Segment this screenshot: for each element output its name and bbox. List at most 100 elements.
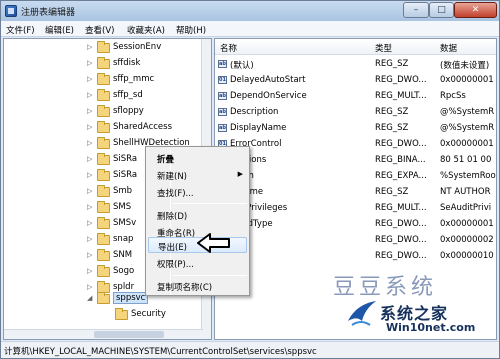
value-name: ePath [230, 171, 375, 181]
context-copy-key-name[interactable]: 复制项名称(C) [148, 278, 247, 294]
window-title: 注册表编辑器 [21, 8, 76, 18]
title-bar[interactable]: 注册表编辑器 – □ ✕ [1, 1, 499, 21]
tree-item-label: Sogo [113, 266, 135, 276]
expand-arrow-icon[interactable]: ▷ [87, 59, 92, 67]
value-type: REG_SZ [375, 187, 409, 197]
list-row[interactable]: abePathREG_EXPA...%SystemRoo [215, 168, 496, 184]
tree-item[interactable]: ▷ SessionEnv [4, 40, 211, 56]
status-bar: 计算机\HKEY_LOCAL_MACHINE\SYSTEM\CurrentCon… [1, 341, 499, 358]
expand-arrow-icon[interactable]: ▷ [87, 219, 92, 227]
list-row[interactable]: 01REG_DWO...0x00000010 [215, 248, 496, 264]
list-row[interactable]: 01eActionsREG_BINA...80 51 01 00 [215, 152, 496, 168]
list-row[interactable]: ab (默认) REG_SZ (数值未设置) [215, 56, 496, 72]
string-value-icon: ab [218, 92, 227, 100]
list-row[interactable]: 01ceSidTypeREG_DWO...0x00000001 [215, 216, 496, 232]
list-row[interactable]: ab Description REG_SZ @%SystemR [215, 104, 496, 120]
expand-arrow-icon[interactable]: ▷ [87, 107, 92, 115]
value-data: 0x00000010 [440, 251, 494, 261]
expand-arrow-icon[interactable]: ▷ [87, 251, 92, 259]
folder-icon [97, 169, 110, 181]
value-type: REG_DWO... [375, 219, 427, 229]
context-item-label: 新建(N) [157, 172, 187, 182]
maximize-button[interactable]: □ [429, 2, 454, 18]
column-header-type[interactable]: 类型 [375, 42, 392, 54]
tree-item[interactable]: ▷ SharedAccess [4, 120, 211, 136]
list-row[interactable]: ab DependOnService REG_MULT... RpcSs [215, 88, 496, 104]
expand-arrow-icon[interactable]: ▷ [87, 75, 92, 83]
tree-item-child[interactable]: Security [4, 307, 211, 323]
context-item-label: 导出(E) [158, 243, 188, 253]
value-type: REG_EXPA... [375, 171, 427, 181]
value-data: 0x00000001 [440, 139, 494, 149]
close-button[interactable]: ✕ [454, 2, 497, 18]
list-row[interactable]: ab DisplayName REG_SZ @%SystemR [215, 120, 496, 136]
value-data: 0x00000001 [440, 75, 494, 85]
string-value-icon: ab [218, 60, 227, 68]
folder-icon [97, 105, 110, 117]
folder-open-icon [97, 292, 110, 304]
expand-arrow-icon[interactable]: ▷ [87, 91, 92, 99]
list-row[interactable]: abiredPrivilegesREG_MULT...SeAuditPrivi [215, 200, 496, 216]
tree-item-label: SiSRa [113, 154, 138, 164]
value-name: eActions [230, 155, 375, 165]
string-value-icon: ab [218, 124, 227, 132]
tree-item[interactable]: ▷ sffdisk [4, 56, 211, 72]
value-name: ctName [230, 187, 375, 197]
context-collapse[interactable]: 折叠 [148, 150, 247, 166]
expand-arrow-icon[interactable]: ▷ [87, 283, 92, 291]
context-delete[interactable]: 删除(D) [148, 207, 247, 223]
menu-separator [173, 203, 247, 204]
menu-file[interactable]: 文件(F) [6, 24, 35, 36]
bird-logo-icon [348, 301, 376, 326]
expand-arrow-icon[interactable]: ▷ [87, 187, 92, 195]
context-permissions[interactable]: 权限(P)... [148, 255, 247, 271]
context-find[interactable]: 查找(F)... [148, 184, 247, 200]
context-new[interactable]: 新建(N) ▶ [148, 167, 247, 183]
expand-arrow-icon[interactable]: ▷ [87, 267, 92, 275]
tree-item[interactable]: ▷ sffp_sd [4, 88, 211, 104]
expand-arrow-icon[interactable]: ▷ [87, 235, 92, 243]
expand-arrow-icon[interactable]: ▷ [87, 171, 92, 179]
list-row[interactable]: 01 ErrorControl REG_DWO... 0x00000001 [215, 136, 496, 152]
list-row[interactable]: 01 DelayedAutoStart REG_DWO... 0x00000001 [215, 72, 496, 88]
tree-item-label: SessionEnv [113, 42, 162, 52]
expand-arrow-icon[interactable]: ▷ [87, 43, 92, 51]
collapse-arrow-icon[interactable]: ◢ [87, 294, 92, 302]
tree-item-label: SiSRa [113, 170, 138, 180]
expand-arrow-icon[interactable]: ▷ [87, 139, 92, 147]
menu-favorites[interactable]: 收藏夹(A) [127, 24, 165, 36]
scroll-thumb[interactable] [94, 331, 164, 338]
context-item-label: 折叠 [157, 155, 175, 165]
expand-arrow-icon[interactable]: ▷ [87, 155, 92, 163]
status-path: 计算机\HKEY_LOCAL_MACHINE\SYSTEM\CurrentCon… [4, 347, 317, 357]
menu-view[interactable]: 查看(V) [85, 24, 114, 36]
menu-help[interactable]: 帮助(H) [176, 24, 206, 36]
tree-item-label: sffp_mmc [113, 74, 155, 84]
expand-arrow-icon[interactable]: ▷ [87, 203, 92, 211]
menu-edit[interactable]: 编辑(E) [45, 24, 74, 36]
expand-arrow-icon[interactable]: ▷ [87, 123, 92, 131]
folder-icon [97, 217, 110, 229]
column-header-data[interactable]: 数据 [440, 42, 457, 54]
registry-editor-window: 注册表编辑器 – □ ✕ 文件(F) 编辑(E) 查看(V) 收藏夹(A) 帮助… [0, 0, 500, 359]
tree-item[interactable]: ▷ sfloppy [4, 104, 211, 120]
tree-item-label: sffdisk [113, 58, 141, 68]
value-name: iredPrivileges [230, 203, 288, 213]
list-row[interactable]: 01REG_DWO...0x00000002 [215, 232, 496, 248]
tree-item[interactable]: ▷ sffp_mmc [4, 72, 211, 88]
tree-horizontal-scrollbar[interactable] [4, 329, 203, 339]
binary-value-icon: 01 [218, 76, 227, 84]
context-item-label: 删除(D) [157, 212, 188, 222]
folder-icon [97, 41, 110, 53]
column-header-name[interactable]: 名称 [220, 42, 237, 54]
value-name: DisplayName [230, 123, 287, 133]
minimize-button[interactable]: – [403, 2, 429, 18]
value-data: (数值未设置) [440, 61, 490, 71]
logo-url: Win10net.com [386, 321, 476, 334]
value-name: DependOnService [230, 91, 307, 101]
folder-icon [97, 137, 110, 149]
context-item-label: 复制项名称(C) [157, 283, 213, 293]
value-type: REG_SZ [375, 107, 409, 117]
list-row[interactable]: abctNameREG_SZNT AUTHOR [215, 184, 496, 200]
list-header: 名称 类型 数据 [215, 39, 496, 55]
